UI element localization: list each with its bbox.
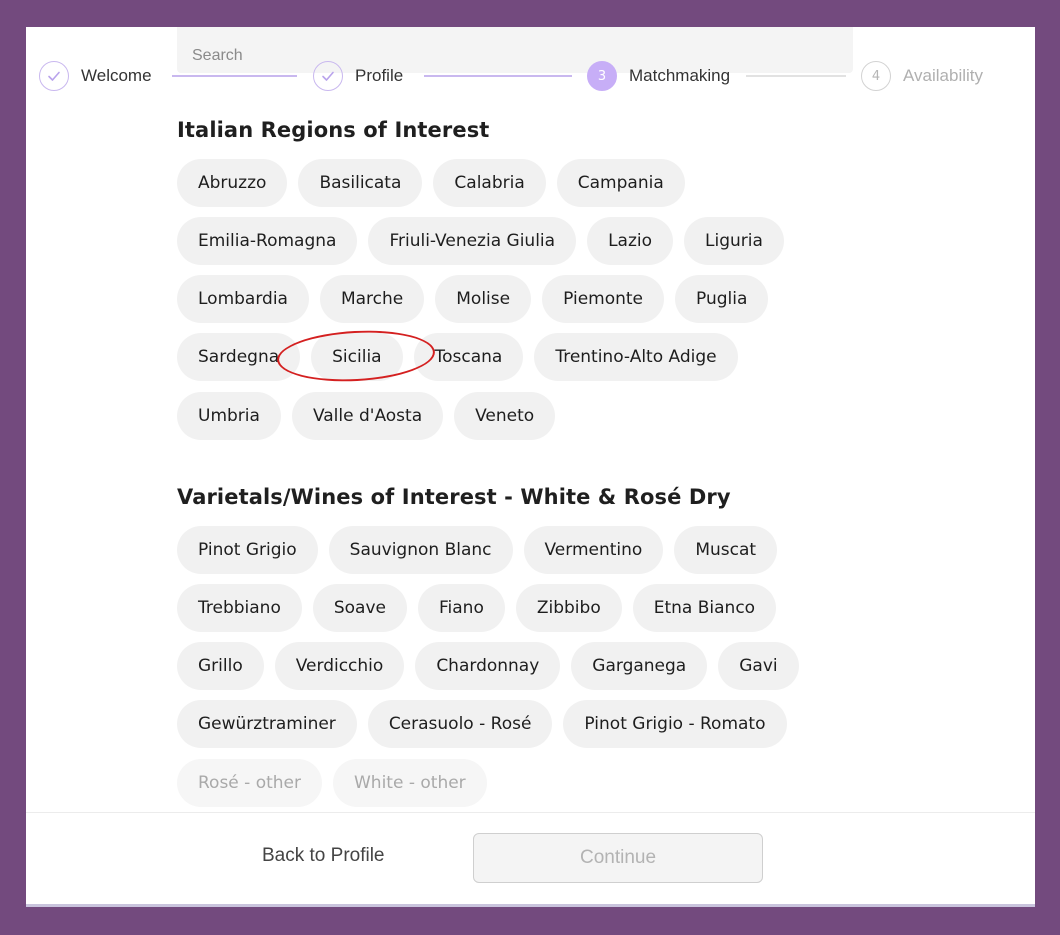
chip-lazio[interactable]: Lazio <box>587 217 673 265</box>
chip-basilicata[interactable]: Basilicata <box>298 159 423 207</box>
chip-piemonte[interactable]: Piemonte <box>542 275 665 323</box>
chip-trebbiano[interactable]: Trebbiano <box>177 584 302 632</box>
chip-valle-daosta[interactable]: Valle d'Aosta <box>291 392 444 440</box>
chip-pinot-grigio[interactable]: Pinot Grigio <box>177 526 318 574</box>
chip-pinot-grigio-romato[interactable]: Pinot Grigio - Romato <box>563 700 787 748</box>
chip-gavi[interactable]: Gavi <box>718 642 799 690</box>
step-matchmaking[interactable]: 3 Matchmaking <box>587 61 730 91</box>
step-label: Matchmaking <box>629 66 731 85</box>
back-to-profile-button[interactable]: Back to Profile <box>262 845 385 867</box>
stepper-connector <box>424 75 572 77</box>
chip-veneto[interactable]: Veneto <box>454 392 556 440</box>
step-number: 4 <box>861 61 891 91</box>
chip-toscana[interactable]: Toscana <box>413 333 524 381</box>
varietals-title: Varietals/Wines of Interest - White & Ro… <box>177 485 731 509</box>
chip-vermentino[interactable]: Vermentino <box>523 526 664 574</box>
step-label: Welcome <box>81 66 152 85</box>
chip-lombardia[interactable]: Lombardia <box>177 275 309 323</box>
chip-marche[interactable]: Marche <box>319 275 425 323</box>
matchmaking-panel: Welcome Profile 3 Matchmaking 4 Availabi… <box>26 27 1035 907</box>
chip-rose-other[interactable]: Rosé - other <box>177 759 322 807</box>
chip-gewurztraminer[interactable]: Gewürztraminer <box>177 700 357 748</box>
chip-fiano[interactable]: Fiano <box>418 584 505 632</box>
chip-sauvignon-blanc[interactable]: Sauvignon Blanc <box>328 526 513 574</box>
regions-row: Umbria Valle d'Aosta Veneto <box>177 392 556 440</box>
chip-white-other[interactable]: White - other <box>333 759 487 807</box>
chip-abruzzo[interactable]: Abruzzo <box>177 159 288 207</box>
regions-row: Lombardia Marche Molise Piemonte Puglia <box>177 275 769 323</box>
chip-emilia-romagna[interactable]: Emilia-Romagna <box>177 217 358 265</box>
step-welcome[interactable]: Welcome <box>39 61 152 91</box>
continue-button[interactable]: Continue <box>473 833 763 883</box>
varietals-row: Pinot Grigio Sauvignon Blanc Vermentino … <box>177 526 778 574</box>
search-input[interactable] <box>177 27 853 73</box>
chip-friuli-venezia-giulia[interactable]: Friuli-Venezia Giulia <box>368 217 577 265</box>
stepper-connector <box>172 75 297 77</box>
check-icon <box>39 61 69 91</box>
chip-sicilia[interactable]: Sicilia <box>311 333 403 381</box>
varietals-row: Trebbiano Soave Fiano Zibbibo Etna Bianc… <box>177 584 777 632</box>
regions-row: Abruzzo Basilicata Calabria Campania <box>177 159 685 207</box>
chip-muscat[interactable]: Muscat <box>674 526 778 574</box>
varietals-row: Grillo Verdicchio Chardonnay Garganega G… <box>177 642 799 690</box>
chip-umbria[interactable]: Umbria <box>177 392 281 440</box>
regions-title: Italian Regions of Interest <box>177 118 490 142</box>
varietals-row: Rosé - other White - other <box>177 759 487 807</box>
chip-cerasuolo-rose[interactable]: Cerasuolo - Rosé <box>367 700 553 748</box>
chip-liguria[interactable]: Liguria <box>684 217 784 265</box>
chip-campania[interactable]: Campania <box>556 159 685 207</box>
footer-bar: Back to Profile Continue <box>26 812 1035 907</box>
step-profile[interactable]: Profile <box>313 61 403 91</box>
regions-row: Sardegna Sicilia Toscana Trentino-Alto A… <box>177 333 738 381</box>
chip-sardegna[interactable]: Sardegna <box>177 333 301 381</box>
chip-grillo[interactable]: Grillo <box>177 642 264 690</box>
regions-row: Emilia-Romagna Friuli-Venezia Giulia Laz… <box>177 217 784 265</box>
chip-zibbibo[interactable]: Zibbibo <box>515 584 622 632</box>
stepper-connector <box>746 75 846 77</box>
chip-chardonnay[interactable]: Chardonnay <box>415 642 561 690</box>
step-label: Profile <box>355 66 404 85</box>
panel-bottom-border <box>26 904 1035 907</box>
chip-puglia[interactable]: Puglia <box>675 275 769 323</box>
step-label: Availability <box>903 66 984 85</box>
chip-etna-bianco[interactable]: Etna Bianco <box>632 584 777 632</box>
check-icon <box>313 61 343 91</box>
chip-verdicchio[interactable]: Verdicchio <box>274 642 405 690</box>
chip-garganega[interactable]: Garganega <box>571 642 708 690</box>
chip-trentino-alto-adige[interactable]: Trentino-Alto Adige <box>534 333 738 381</box>
step-number: 3 <box>587 61 617 91</box>
step-availability[interactable]: 4 Availability <box>861 61 983 91</box>
varietals-row: Gewürztraminer Cerasuolo - Rosé Pinot Gr… <box>177 700 787 748</box>
chip-soave[interactable]: Soave <box>312 584 407 632</box>
chip-molise[interactable]: Molise <box>435 275 532 323</box>
chip-calabria[interactable]: Calabria <box>433 159 546 207</box>
